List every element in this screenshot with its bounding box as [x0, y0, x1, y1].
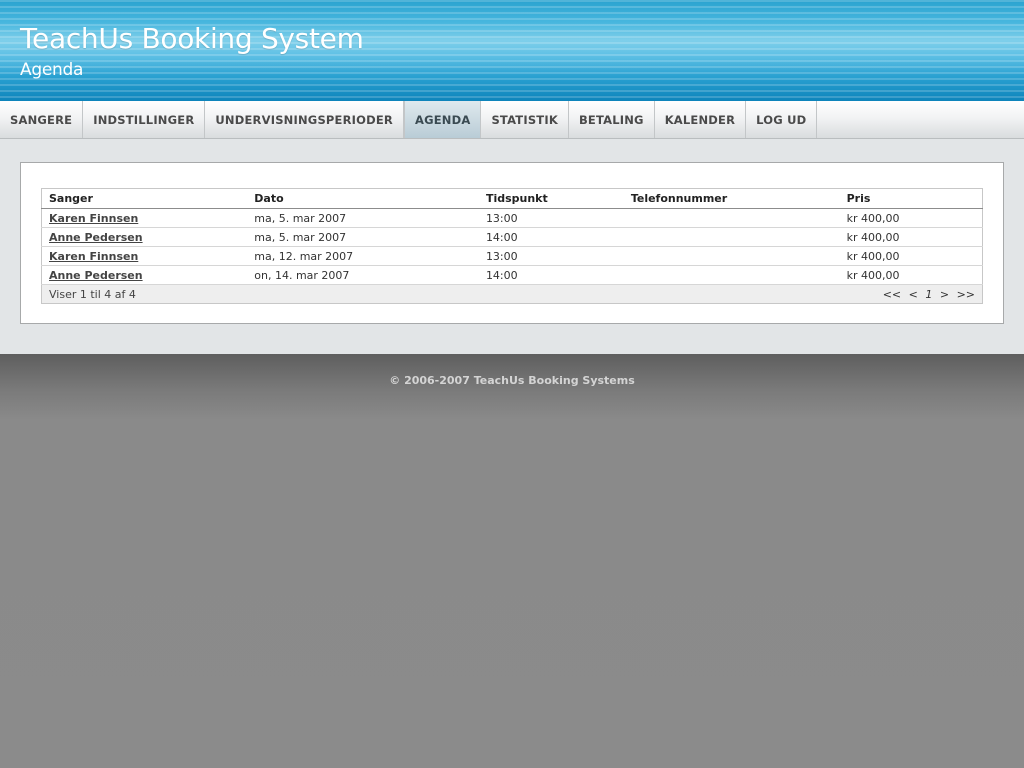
price-cell: kr 400,00 — [839, 227, 983, 247]
table-row: Karen Finnsen ma, 5. mar 2007 13:00 kr 4… — [41, 208, 983, 228]
time-cell: 13:00 — [478, 246, 624, 266]
table-header-row: Sanger Dato Tidspunkt Telefonnummer Pris — [41, 188, 983, 209]
pager: << < 1 > >> — [879, 288, 982, 301]
price-cell: kr 400,00 — [839, 246, 983, 266]
table-row: Karen Finnsen ma, 12. mar 2007 13:00 kr … — [41, 246, 983, 266]
nav-item-kalender[interactable]: KALENDER — [655, 101, 747, 138]
column-header-sanger[interactable]: Sanger — [41, 188, 248, 209]
column-header-dato[interactable]: Dato — [247, 188, 479, 209]
column-header-pris[interactable]: Pris — [839, 188, 983, 209]
nav-item-sangere[interactable]: SANGERE — [0, 101, 84, 138]
date-cell: ma, 5. mar 2007 — [247, 208, 479, 228]
price-cell: kr 400,00 — [839, 208, 983, 228]
price-cell: kr 400,00 — [839, 265, 983, 285]
app-title: TeachUs Booking System — [20, 22, 364, 55]
nav-item-log-ud[interactable]: LOG UD — [746, 101, 818, 138]
phone-cell — [623, 208, 840, 228]
date-cell: on, 14. mar 2007 — [247, 265, 479, 285]
column-header-tidspunkt[interactable]: Tidspunkt — [478, 188, 624, 209]
phone-cell — [623, 265, 840, 285]
footer-copyright: © 2006-2007 TeachUs Booking Systems — [389, 374, 635, 387]
time-cell: 13:00 — [478, 208, 624, 228]
nav-item-undervisningsperioder[interactable]: UNDERVISNINGSPERIODER — [205, 101, 404, 138]
singer-link[interactable]: Karen Finnsen — [49, 212, 138, 225]
table-row: Anne Pedersen on, 14. mar 2007 14:00 kr … — [41, 265, 983, 285]
nav-item-statistik[interactable]: STATISTIK — [481, 101, 569, 138]
nav-item-betaling[interactable]: BETALING — [569, 101, 655, 138]
date-cell: ma, 12. mar 2007 — [247, 246, 479, 266]
agenda-table: Sanger Dato Tidspunkt Telefonnummer Pris… — [41, 188, 983, 304]
phone-cell — [623, 246, 840, 266]
header-banner: TeachUs Booking System Agenda — [0, 0, 1024, 101]
pager-last-button[interactable]: >> — [957, 288, 975, 301]
pager-first-button[interactable]: << — [883, 288, 901, 301]
table-footer-row: Viser 1 til 4 af 4 << < 1 > >> — [41, 284, 983, 304]
table-row: Anne Pedersen ma, 5. mar 2007 14:00 kr 4… — [41, 227, 983, 247]
results-summary: Viser 1 til 4 af 4 — [49, 287, 136, 301]
phone-cell — [623, 227, 840, 247]
singer-link[interactable]: Anne Pedersen — [49, 269, 143, 282]
pager-current-page: 1 — [925, 287, 933, 301]
date-cell: ma, 5. mar 2007 — [247, 227, 479, 247]
column-header-telefonnummer[interactable]: Telefonnummer — [623, 188, 840, 209]
pager-next-button[interactable]: > — [940, 288, 949, 301]
time-cell: 14:00 — [478, 265, 624, 285]
main-nav: SANGERE INDSTILLINGER UNDERVISNINGSPERIO… — [0, 101, 1024, 139]
agenda-panel: Sanger Dato Tidspunkt Telefonnummer Pris… — [20, 162, 1004, 324]
nav-item-agenda[interactable]: AGENDA — [403, 101, 482, 138]
pager-prev-button[interactable]: < — [909, 288, 918, 301]
nav-item-indstillinger[interactable]: INDSTILLINGER — [83, 101, 206, 138]
content-area: Sanger Dato Tidspunkt Telefonnummer Pris… — [0, 139, 1024, 354]
singer-link[interactable]: Karen Finnsen — [49, 250, 138, 263]
time-cell: 14:00 — [478, 227, 624, 247]
singer-link[interactable]: Anne Pedersen — [49, 231, 143, 244]
page-subtitle: Agenda — [20, 60, 84, 80]
